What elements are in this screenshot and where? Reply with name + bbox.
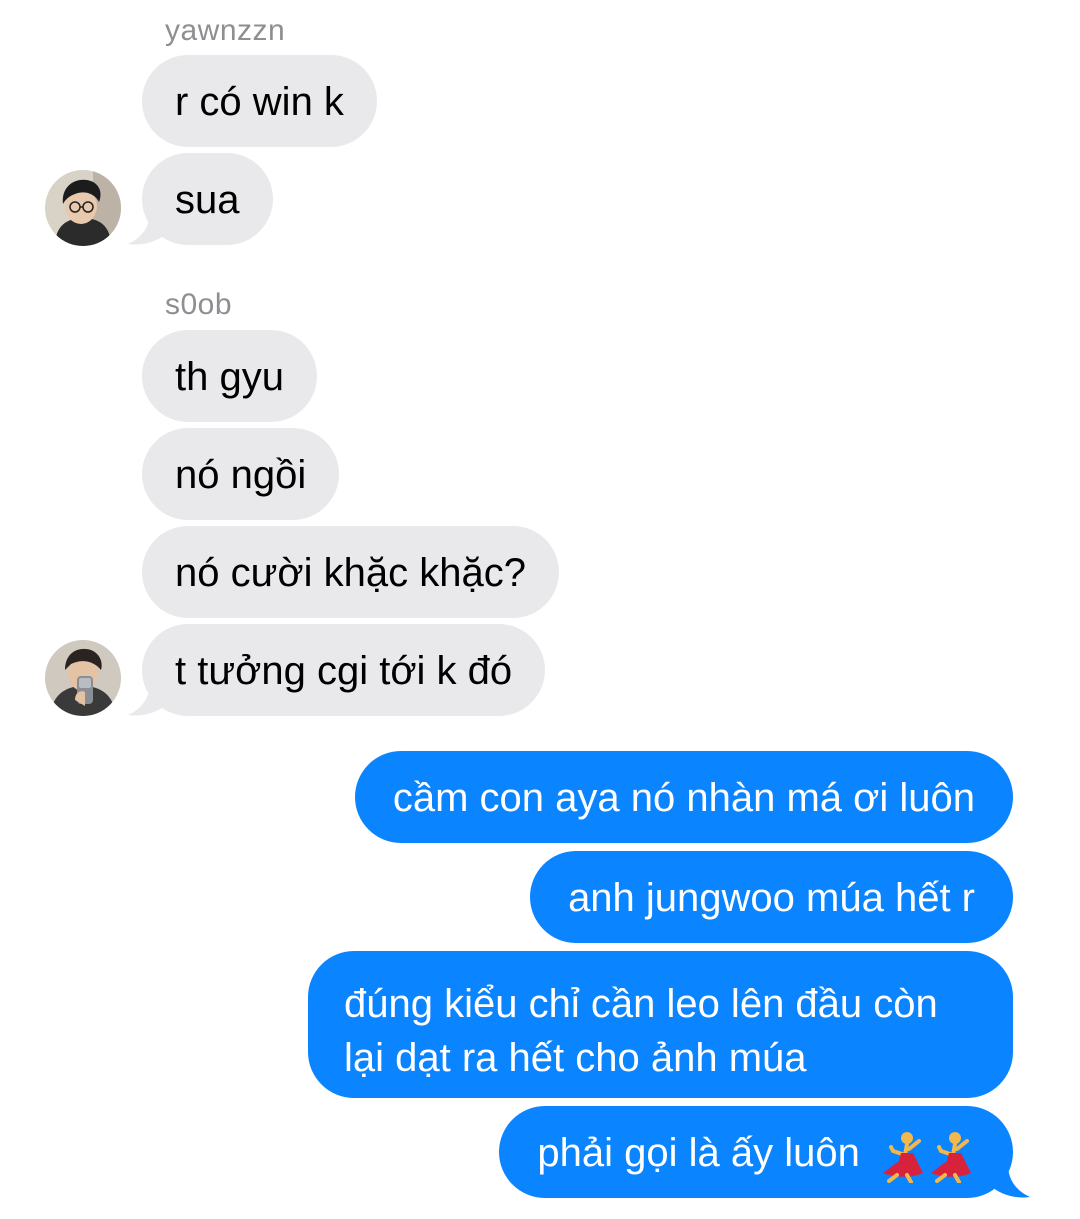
avatar-s0ob[interactable]	[45, 640, 121, 716]
message-text: phải gọi là ấy luôn	[537, 1131, 860, 1175]
emoji-group	[879, 1128, 975, 1184]
message-text: đúng kiểu chỉ cần leo lên đầu còn lại dạ…	[344, 982, 938, 1080]
outgoing-message-bubble[interactable]: phải gọi là ấy luôn	[499, 1106, 1013, 1198]
message-text: th gyu	[175, 355, 284, 399]
avatar-yawnzzn[interactable]	[45, 170, 121, 246]
message-text: r có win k	[175, 80, 344, 124]
sender-name-yawnzzn: yawnzzn	[165, 14, 286, 47]
incoming-message-bubble[interactable]: r có win k	[142, 55, 377, 147]
message-text: nó ngồi	[175, 453, 307, 497]
bubble-tail-icon	[128, 212, 168, 245]
incoming-message-bubble[interactable]: th gyu	[142, 330, 317, 422]
woman-dancing-emoji-icon	[883, 1132, 923, 1184]
outgoing-message-bubble[interactable]: đúng kiểu chỉ cần leo lên đầu còn lại dạ…	[308, 951, 1013, 1098]
message-text: cầm con aya nó nhàn má ơi luôn	[392, 776, 975, 820]
message-text: anh jungwoo múa hết r	[568, 876, 975, 920]
sender-name-s0ob: s0ob	[165, 288, 233, 321]
incoming-message-bubble[interactable]: nó cười khặc khặc?	[142, 526, 559, 618]
incoming-message-bubble[interactable]: nó ngồi	[142, 428, 340, 520]
incoming-message-bubble[interactable]: t tưởng cgi tới k đó	[142, 624, 546, 716]
avatar-photo-glasses-icon	[45, 170, 121, 246]
message-text: nó cười khặc khặc?	[175, 551, 526, 595]
outgoing-message-bubble[interactable]: cầm con aya nó nhàn má ơi luôn	[354, 751, 1013, 843]
message-text: t tưởng cgi tới k đó	[175, 649, 513, 693]
woman-dancing-emoji-icon	[931, 1132, 971, 1184]
avatar-photo-mirror-selfie-icon	[45, 640, 121, 716]
message-text: sua	[175, 178, 240, 222]
outgoing-message-bubble[interactable]: anh jungwoo múa hết r	[530, 851, 1013, 943]
bubble-tail-icon	[990, 1165, 1030, 1198]
bubble-tail-icon	[128, 683, 168, 716]
